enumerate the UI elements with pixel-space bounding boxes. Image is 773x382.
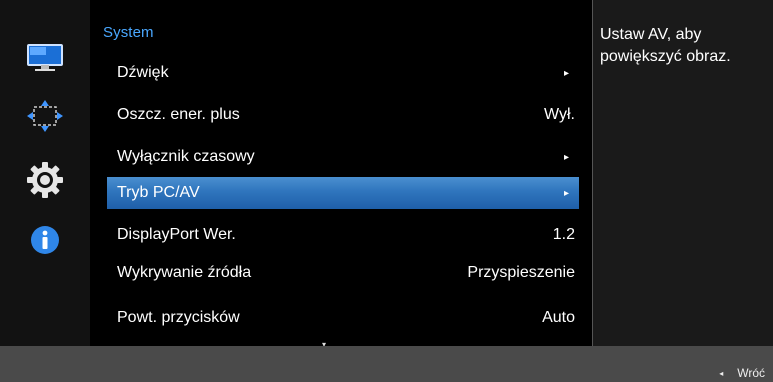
menu-item-value: Przyspieszenie — [467, 264, 575, 281]
info-icon — [29, 224, 61, 261]
divider — [592, 0, 593, 346]
osd-window: System Dźwięk ▸ Oszcz. ener. plus Wył. W… — [0, 0, 773, 382]
resize-arrows-icon — [26, 99, 64, 138]
sidebar-item-information[interactable] — [15, 222, 75, 262]
menu-item-value: Wył. — [544, 106, 575, 123]
monitor-icon — [26, 43, 64, 78]
menu-item-sound[interactable]: Dźwięk ▸ — [107, 58, 579, 88]
menu-item-displayport-version[interactable]: DisplayPort Wer. 1.2 — [107, 220, 579, 250]
menu-item-key-repeat[interactable]: Powt. przycisków Auto — [107, 303, 579, 333]
menu-item-label: Wykrywanie źródła — [117, 264, 252, 281]
menu-item-off-timer[interactable]: Wyłącznik czasowy ▸ — [107, 142, 579, 172]
menu-item-pc-av-mode[interactable]: Tryb PC/AV ▸ — [107, 177, 579, 209]
menu-item-value: 1.2 — [552, 226, 575, 243]
footer-bar: ◂ Wróć — [0, 346, 773, 382]
back-arrow-icon: ◂ — [719, 368, 724, 378]
submenu-arrow-icon: ▸ — [563, 187, 569, 199]
menu-title: System — [103, 24, 154, 41]
menu-item-label: Tryb PC/AV — [117, 184, 200, 201]
menu-item-label: Oszcz. ener. plus — [117, 106, 240, 123]
gear-icon — [26, 161, 64, 204]
system-menu: System Dźwięk ▸ Oszcz. ener. plus Wył. W… — [90, 0, 592, 349]
menu-item-eco-saving[interactable]: Oszcz. ener. plus Wył. — [107, 100, 579, 130]
help-text: Ustaw AV, aby powiększyć obraz. — [600, 26, 731, 65]
menu-item-label: Powt. przycisków — [117, 309, 240, 326]
back-label: Wróć — [737, 366, 765, 380]
menu-item-value: Auto — [542, 309, 575, 326]
sidebar-item-position[interactable] — [15, 98, 75, 138]
category-sidebar — [0, 0, 90, 346]
menu-item-source-detection[interactable]: Wykrywanie źródła Przyspieszenie — [107, 258, 579, 288]
submenu-arrow-icon: ▸ — [563, 151, 569, 163]
sidebar-item-picture[interactable] — [15, 40, 75, 80]
sidebar-item-system[interactable] — [15, 161, 75, 204]
menu-item-label: DisplayPort Wer. — [117, 226, 236, 243]
submenu-arrow-icon: ▸ — [563, 67, 569, 79]
menu-item-label: Wyłącznik czasowy — [117, 148, 255, 165]
back-button[interactable]: ◂ Wróć — [719, 366, 765, 380]
menu-item-label: Dźwięk — [117, 64, 169, 81]
